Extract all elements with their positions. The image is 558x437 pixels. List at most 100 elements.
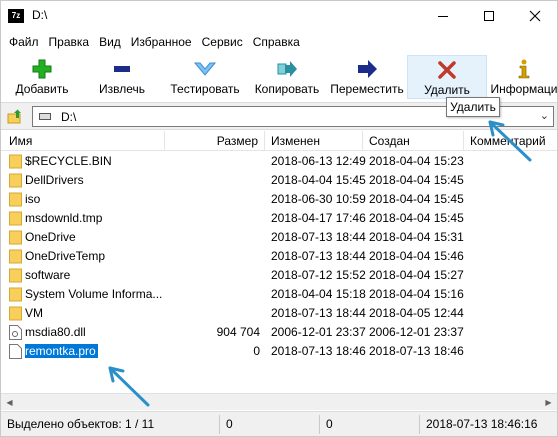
file-row[interactable]: msdownld.tmp 2018-04-17 17:46 2018-04-04… — [1, 209, 557, 228]
info-icon — [518, 59, 530, 79]
file-name: remontka.pro — [25, 343, 99, 359]
file-row[interactable]: OneDriveTemp 2018-07-13 18:44 2018-04-04… — [1, 247, 557, 266]
file-created: 2006-12-01 23:37 — [369, 325, 464, 339]
file-created: 2018-04-04 15:23 — [369, 154, 464, 168]
file-modified: 2018-07-13 18:44 — [271, 306, 366, 320]
file-row[interactable]: software 2018-07-12 15:52 2018-04-04 15:… — [1, 266, 557, 285]
column-name[interactable]: Имя — [3, 131, 165, 151]
status-selected: Выделено объектов: 1 / 11 — [7, 417, 155, 431]
address-path: D:\ — [61, 110, 77, 124]
add-label: Добавить — [15, 82, 69, 96]
column-modified[interactable]: Изменен — [265, 131, 363, 151]
up-folder-button[interactable] — [5, 107, 25, 127]
file-created: 2018-04-04 15:16 — [369, 287, 464, 301]
menu-edit[interactable]: Правка — [44, 32, 95, 52]
folder-icon — [9, 192, 22, 207]
maximize-icon — [484, 11, 494, 21]
move-button[interactable]: Переместить — [328, 55, 406, 99]
info-label: Информаци — [491, 82, 557, 96]
7zip-logo-icon: 7z — [8, 9, 24, 23]
file-row[interactable]: iso 2018-06-30 10:59 2018-04-04 15:45 — [1, 190, 557, 209]
column-header-row: Имя Размер Изменен Создан Комментарий — [1, 131, 557, 151]
file-name: msdia80.dll — [25, 325, 86, 339]
dll-file-icon — [9, 325, 22, 340]
minimize-icon — [438, 15, 448, 17]
chevron-down-icon[interactable]: ⌄ — [540, 109, 549, 122]
file-created: 2018-04-04 15:31 — [369, 230, 464, 244]
toolbar: Добавить Извлечь Тестировать Копировать … — [1, 53, 557, 101]
file-row-selected[interactable]: remontka.pro 0 2018-07-13 18:46 2018-07-… — [1, 342, 557, 361]
file-row[interactable]: OneDrive 2018-07-13 18:44 2018-04-04 15:… — [1, 228, 557, 247]
move-label: Переместить — [330, 82, 404, 96]
minus-icon — [114, 66, 130, 72]
plus-icon — [32, 59, 52, 79]
column-comment[interactable]: Комментарий — [464, 131, 558, 151]
info-button[interactable]: Информаци — [491, 55, 557, 99]
close-button[interactable] — [512, 1, 558, 31]
delete-button[interactable]: Удалить — [407, 55, 487, 99]
file-name: DellDrivers — [25, 173, 84, 187]
extract-button[interactable]: Извлечь — [89, 55, 155, 99]
maximize-button[interactable] — [466, 1, 512, 31]
status-size: 0 — [226, 417, 233, 431]
copy-arrow-icon — [277, 61, 297, 77]
file-row[interactable]: System Volume Informa... 2018-04-04 15:1… — [1, 285, 557, 304]
file-modified: 2018-07-13 18:46 — [271, 344, 366, 358]
file-modified: 2018-04-04 15:45 — [271, 173, 366, 187]
drive-icon — [39, 113, 51, 120]
file-created: 2018-04-04 15:27 — [369, 268, 464, 282]
file-name: iso — [25, 192, 41, 206]
file-name: System Volume Informa... — [25, 287, 163, 301]
folder-icon — [9, 173, 22, 188]
file-modified: 2006-12-01 23:37 — [271, 325, 366, 339]
file-modified: 2018-07-13 18:44 — [271, 230, 366, 244]
folder-icon — [9, 287, 22, 302]
folder-icon — [9, 154, 22, 169]
menu-favorites[interactable]: Избранное — [126, 32, 197, 52]
file-name: OneDrive — [25, 230, 76, 244]
test-label: Тестировать — [170, 82, 240, 96]
file-rows: $RECYCLE.BIN 2018-06-13 12:49 2018-04-04… — [1, 152, 557, 361]
delete-label: Удалить — [424, 83, 470, 97]
extract-label: Извлечь — [98, 82, 145, 96]
menu-file[interactable]: Файл — [4, 32, 44, 52]
menu-tools[interactable]: Сервис — [197, 32, 248, 52]
column-size[interactable]: Размер — [165, 131, 265, 151]
file-row[interactable]: DellDrivers 2018-04-04 15:45 2018-04-04 … — [1, 171, 557, 190]
column-created[interactable]: Создан — [363, 131, 464, 151]
scroll-right-icon[interactable]: ▶ — [540, 394, 557, 411]
file-name: software — [25, 268, 71, 282]
status-datetime: 2018-07-13 18:46:16 — [426, 417, 538, 431]
file-name: OneDriveTemp — [25, 249, 106, 263]
folder-icon — [9, 211, 22, 226]
scroll-left-icon[interactable]: ◀ — [1, 394, 18, 411]
status-divider — [319, 415, 320, 434]
menu-view[interactable]: Вид — [94, 32, 126, 52]
file-row[interactable]: msdia80.dll 904 704 2006-12-01 23:37 200… — [1, 323, 557, 342]
status-divider — [419, 415, 420, 434]
file-modified: 2018-07-12 15:52 — [271, 268, 366, 282]
file-created: 2018-04-04 15:45 — [369, 192, 464, 206]
menu-help[interactable]: Справка — [248, 32, 305, 52]
file-row[interactable]: VM 2018-07-13 18:44 2018-04-05 12:44 — [1, 304, 557, 323]
file-created: 2018-04-04 15:45 — [369, 173, 464, 187]
minimize-button[interactable] — [420, 1, 466, 31]
horizontal-scrollbar[interactable]: ◀ ▶ — [1, 393, 557, 410]
status-bar: Выделено объектов: 1 / 11 0 0 2018-07-13… — [1, 411, 557, 436]
copy-button[interactable]: Копировать — [248, 55, 326, 99]
file-created: 2018-04-05 12:44 — [369, 306, 464, 320]
delete-tooltip: Удалить — [446, 97, 500, 117]
add-button[interactable]: Добавить — [7, 55, 77, 99]
test-button[interactable]: Тестировать — [165, 55, 245, 99]
delete-x-icon — [438, 61, 456, 79]
folder-icon — [9, 230, 22, 245]
file-name: msdownld.tmp — [25, 211, 103, 225]
file-created: 2018-04-04 15:45 — [369, 211, 464, 225]
file-row[interactable]: $RECYCLE.BIN 2018-06-13 12:49 2018-04-04… — [1, 152, 557, 171]
status-packed-size: 0 — [326, 417, 333, 431]
file-name: VM — [25, 306, 43, 320]
file-modified: 2018-04-17 17:46 — [271, 211, 366, 225]
file-icon — [9, 344, 22, 359]
file-modified: 2018-06-13 12:49 — [271, 154, 366, 168]
file-list: Имя Размер Изменен Создан Комментарий $R… — [1, 131, 557, 393]
